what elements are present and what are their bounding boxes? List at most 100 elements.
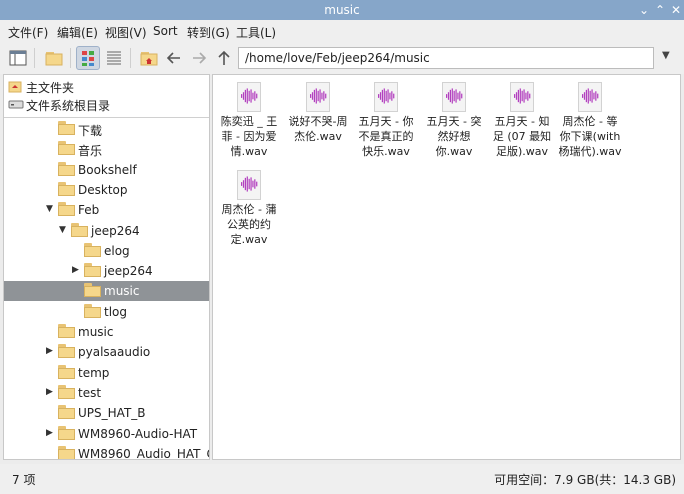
path-input[interactable]: /home/love/Feb/jeep264/music [238,47,654,69]
folder-icon [58,425,75,440]
up-button[interactable] [212,46,236,70]
file-name-line: 定.wav [230,233,268,246]
folder-icon [58,161,75,176]
tree-item[interactable]: ▶ WM8960-Audio-HAT [4,424,209,444]
file-name-line: 情.wav [230,145,268,158]
file-name-line: 五月天 - 知 [494,115,550,128]
tree-item[interactable]: music [4,322,209,342]
home-icon [8,81,22,93]
menu-edit[interactable]: 编辑(E) [57,24,98,41]
audio-file[interactable]: 五月天 - 知足 (07 最知 足版).wav [490,79,554,159]
sidebar-toggle-button[interactable] [6,46,30,70]
minimize-icon[interactable]: ⌄ [636,2,652,18]
menu-bar: 文件(F) 编辑(E) 视图(V) Sort 转到(G) 工具(L) [0,20,684,42]
sidebar: 主文件夹 文件系统根目录 下载音乐 Bookshelf Desktop ▼ Feb ▼ je… [3,74,210,460]
back-button[interactable] [162,46,186,70]
expand-right-icon[interactable]: ▶ [46,428,56,438]
tree-item[interactable]: elog [4,241,209,261]
expand-right-icon[interactable]: ▶ [72,265,82,275]
list-view-button[interactable] [102,46,126,70]
tree-item[interactable]: 音乐 [4,139,209,159]
folder-icon [58,344,75,359]
tree-item[interactable]: ▶ test [4,383,209,403]
free-space: 可用空间：7.9 GB(共：14.3 GB) [494,473,676,487]
audio-file-icon [510,82,534,112]
icon-view-button[interactable] [76,46,100,70]
audio-file-icon [306,82,330,112]
folder-icon [58,141,75,156]
file-name-line: 公英的约 [227,218,271,231]
folder-icon [58,324,75,338]
tree-item-label: Feb [78,203,100,218]
tree-item[interactable]: 下载 [4,119,209,139]
tree-item[interactable]: ▶ jeep264 [4,261,209,281]
audio-file-icon [374,82,398,112]
tree-item[interactable]: ▼ Feb [4,200,209,220]
expand-down-icon[interactable]: ▼ [46,204,56,214]
tree-item[interactable]: Bookshelf [4,160,209,180]
expand-right-icon[interactable]: ▶ [46,387,56,397]
tree-item[interactable]: temp [4,363,209,383]
audio-file[interactable]: 周杰伦 - 蒲公英的约 定.wav [217,167,281,247]
item-count: 7 项 [12,473,36,487]
audio-file[interactable]: 陈奕迅 _ 王菲 - 因为爱 情.wav [217,79,281,159]
audio-file-icon [237,82,261,112]
tree-item-label: tlog [104,304,127,319]
folder-icon [58,445,75,459]
drive-icon [8,100,24,109]
status-bar: 7 项 可用空间：7.9 GB(共：14.3 GB) [0,464,684,494]
tree-item-label: pyalsaaudio [78,345,151,360]
folder-icon [84,303,101,318]
folder-icon [58,364,75,379]
folder-icon [58,202,75,217]
window-icon [9,50,27,66]
place-label: 文件系统根目录 [26,99,111,113]
audio-file-icon [442,82,466,112]
audio-file[interactable]: 说好不哭-周 杰伦.wav [286,79,350,144]
maximize-icon[interactable]: ⌃ [652,2,668,18]
forward-button[interactable] [187,46,211,70]
audio-file[interactable]: 五月天 - 突然好想 你.wav [422,79,486,159]
place-label: 主文件夹 [26,81,75,95]
file-name-line: 足 (07 最知 [492,130,552,143]
audio-file[interactable]: 周杰伦 - 等你下课(with 杨瑞代).wav [558,79,622,159]
expand-right-icon[interactable]: ▶ [46,346,56,356]
menu-go[interactable]: 转到(G) [187,24,230,41]
file-name-line: 说好不哭-周 [288,115,348,128]
file-name-line: 不是真正的 [358,130,414,143]
expand-down-icon[interactable]: ▼ [59,225,69,235]
title-bar: music ⌄ ⌃ ✕ [0,0,684,20]
file-name-line: 菲 - 因为爱 [221,130,277,143]
tree-item-label: music [104,284,140,299]
icon-view-icon [82,51,94,66]
audio-file-icon [578,82,602,112]
menu-file[interactable]: 文件(F) [8,24,48,41]
window-title: music [324,3,360,17]
close-icon[interactable]: ✕ [668,2,684,18]
tree-item[interactable]: ▼ jeep264 [4,221,209,241]
folder-icon [84,263,101,278]
tree-item[interactable]: Desktop [4,180,209,200]
tree-item-label: 音乐 [78,144,103,159]
tree-item-label: music [78,325,114,339]
file-name-line: 杨瑞代).wav [558,145,622,158]
menu-view[interactable]: 视图(V) [105,24,147,41]
places-list: 主文件夹 文件系统根目录 [4,75,209,118]
folder-icon [58,405,75,420]
tree-item[interactable]: music [4,281,209,302]
tree-item-label: Bookshelf [78,162,137,177]
tree-item[interactable]: WM8960_Audio_HAT_Code [4,444,209,459]
folder-icon [58,181,75,196]
audio-file[interactable]: 五月天 - 你不是真正的 快乐.wav [354,79,418,159]
folder-icon [84,283,101,298]
menu-sort[interactable]: Sort [153,24,178,38]
tree-item[interactable]: tlog [4,302,209,322]
menu-tools[interactable]: 工具(L) [236,24,276,41]
file-name-line: 五月天 - 你 [358,115,414,128]
tree-item[interactable]: ▶ pyalsaaudio [4,342,209,362]
new-folder-button[interactable] [42,46,66,70]
home-button[interactable] [137,46,161,70]
chevron-down-icon[interactable]: ▼ [662,50,670,61]
tree-item[interactable]: UPS_HAT_B [4,403,209,423]
file-name-line: 陈奕迅 _ 王 [220,115,278,128]
